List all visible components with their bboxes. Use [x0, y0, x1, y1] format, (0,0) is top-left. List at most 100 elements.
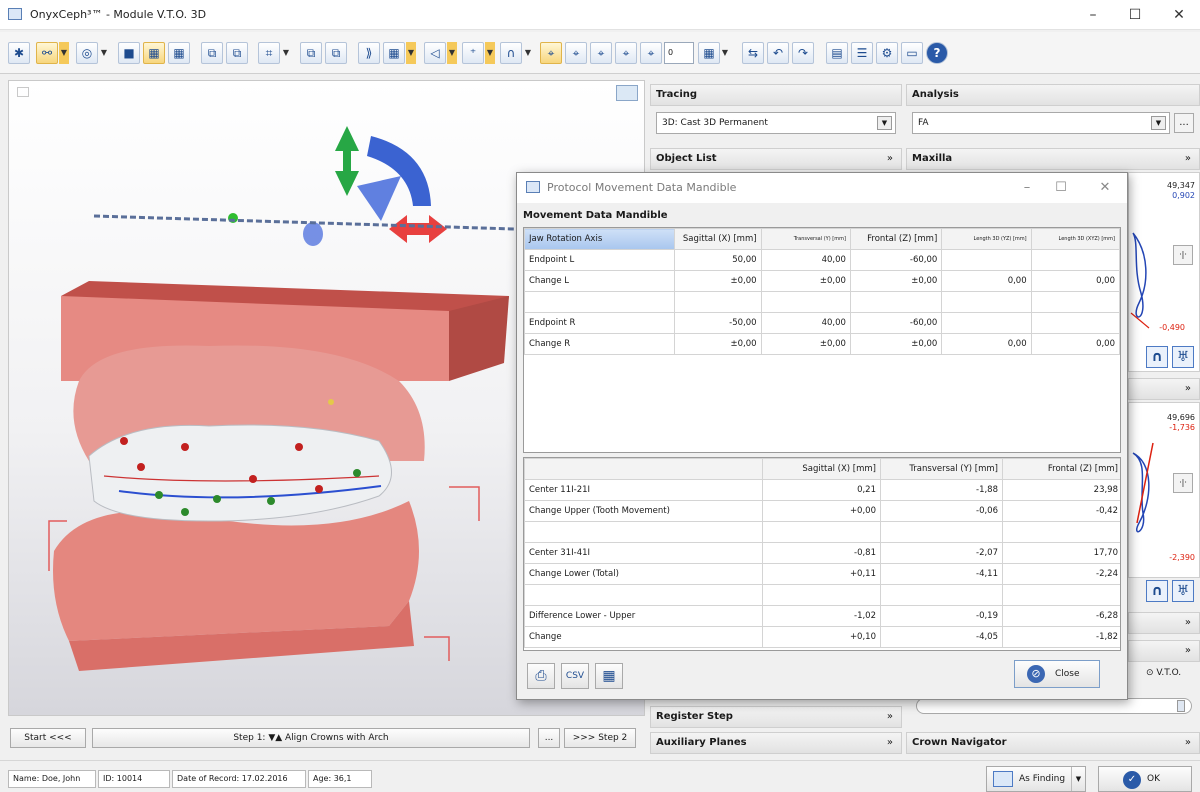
toolbar-select-icon[interactable]: ✱	[8, 42, 30, 64]
csv-export-button[interactable]: CSV	[561, 663, 589, 689]
close-window-button[interactable]: ✕	[1164, 4, 1194, 26]
toolbar-save-icon[interactable]: ⧉	[300, 42, 322, 64]
analysis-more-button[interactable]: ...	[1174, 113, 1194, 133]
maxilla-header[interactable]: Maxilla »	[906, 148, 1200, 170]
toolbar-step-dropdown[interactable]: ▼	[720, 42, 730, 64]
table-row[interactable]: Center 31I-41I -0,81 -2,07 17,70	[524, 542, 1120, 564]
maxilla-arch-button[interactable]: ∩	[1146, 346, 1168, 368]
col-header[interactable]	[524, 458, 763, 480]
toolbar-step-icon[interactable]: ▦	[698, 42, 720, 64]
tracing-select[interactable]: 3D: Cast 3D Permanent ▼	[656, 112, 896, 134]
toolbar-paste-view-icon[interactable]: ⧉	[226, 42, 248, 64]
tooth-movement-table[interactable]: Sagittal (X) [mm] Transversal (Y) [mm] F…	[523, 457, 1121, 651]
collapsed-panel-2-chevron-icon[interactable]: »	[1185, 641, 1191, 661]
auxiliary-planes-chevron-icon[interactable]: »	[887, 733, 893, 753]
dental-model[interactable]	[48, 281, 509, 671]
toolbar-landmark-dropdown[interactable]: ▼	[59, 42, 69, 64]
table-row[interactable]: Endpoint L 50,00 40,00 -60,00	[524, 249, 1120, 271]
toolbar-crop-dropdown[interactable]: ▼	[281, 42, 291, 64]
vto-slider[interactable]	[916, 698, 1192, 714]
toolbar-segment-icon[interactable]: ◁	[424, 42, 446, 64]
dialog-title-bar[interactable]: Protocol Movement Data Mandible – ☐ ✕	[517, 173, 1127, 203]
toolbar-add-point-icon[interactable]: ⁺	[462, 42, 484, 64]
maxilla-tooth-button[interactable]: ♅	[1172, 346, 1194, 368]
maxilla-center-button[interactable]: ·|·	[1173, 245, 1193, 265]
help-icon[interactable]: ?	[926, 42, 948, 64]
toolbar-redo-icon[interactable]: ↷	[792, 42, 814, 64]
col-header[interactable]: Transversal (Y) [mm]	[760, 228, 851, 250]
print-button[interactable]: ⎙	[527, 663, 555, 689]
register-step-chevron-icon[interactable]: »	[887, 707, 893, 727]
col-header[interactable]: Length 3D (YZ) [mm]	[941, 228, 1032, 250]
col-header[interactable]: Length 3D (XYZ) [mm]	[1030, 228, 1120, 250]
maxilla-chevron-icon[interactable]: »	[1185, 149, 1191, 169]
toolbar-axis-z-icon[interactable]: ⌖	[615, 42, 637, 64]
toolbar-axis-origin-icon[interactable]: ⌖	[540, 42, 562, 64]
mandible-chevron-icon[interactable]: »	[1185, 379, 1191, 399]
jaw-rotation-table[interactable]: Jaw Rotation Axis Sagittal (X) [mm] Tran…	[523, 227, 1121, 453]
mandible-header[interactable]: »	[1128, 378, 1200, 400]
object-list-header[interactable]: Object List »	[650, 148, 902, 170]
object-list-chevron-icon[interactable]: »	[887, 149, 893, 169]
toolbar-compare-icon[interactable]: ⇆	[742, 42, 764, 64]
start-button[interactable]: Start <<<	[10, 728, 86, 748]
table-row[interactable]: Center 11I-21I 0,21 -1,88 23,98	[524, 479, 1120, 501]
toolbar-landmark-icon[interactable]: ⚯	[36, 42, 58, 64]
rotation-gizmo[interactable]	[228, 126, 447, 246]
toolbar-grid-icon[interactable]: ▦	[383, 42, 405, 64]
col-header[interactable]: Transversal (Y) [mm]	[880, 458, 1003, 480]
toolbar-quad-view-icon[interactable]: ▦	[143, 42, 165, 64]
table-row[interactable]: Change Lower (Total) +0,11 -4,11 -2,24	[524, 563, 1120, 585]
ok-button[interactable]: ✓ OK	[1098, 766, 1192, 792]
collapsed-panel-1-chevron-icon[interactable]: »	[1185, 613, 1191, 633]
toolbar-arch-icon[interactable]: ∩	[500, 42, 522, 64]
toolbar-settings-icon[interactable]: ⚙	[876, 42, 898, 64]
table-row[interactable]	[524, 291, 1120, 313]
crown-navigator-chevron-icon[interactable]: »	[1185, 733, 1191, 753]
table-view-button[interactable]: ▦	[595, 663, 623, 689]
toolbar-arch-dropdown[interactable]: ▼	[523, 42, 533, 64]
dialog-maximize-button[interactable]: ☐	[1047, 177, 1075, 199]
col-header[interactable]: Jaw Rotation Axis	[524, 228, 676, 250]
toolbar-export-icon[interactable]: ⧉	[325, 42, 347, 64]
as-finding-dropdown[interactable]: ▼	[1071, 767, 1085, 791]
toolbar-list-icon[interactable]: ☰	[851, 42, 873, 64]
mandible-arch-button[interactable]: ∩	[1146, 580, 1168, 602]
toolbar-grid-dropdown[interactable]: ▼	[406, 42, 416, 64]
table-row[interactable]: Change +0,10 -4,05 -1,82	[524, 626, 1120, 648]
register-step-header[interactable]: Register Step »	[650, 706, 902, 728]
dialog-minimize-button[interactable]: –	[1013, 177, 1041, 199]
analysis-header[interactable]: Analysis	[906, 84, 1200, 106]
tracing-header[interactable]: Tracing	[650, 84, 902, 106]
toolbar-axis-rotate-icon[interactable]: ⌖	[640, 42, 662, 64]
mandible-tooth-button[interactable]: ♅	[1172, 580, 1194, 602]
table-row[interactable]	[524, 584, 1120, 606]
step-more-button[interactable]: ...	[538, 728, 560, 748]
analysis-dropdown-arrow[interactable]: ▼	[1151, 116, 1166, 130]
auxiliary-planes-header[interactable]: Auxiliary Planes »	[650, 732, 902, 754]
toolbar-keyboard-icon[interactable]: ▭	[901, 42, 923, 64]
table-row[interactable]	[524, 521, 1120, 543]
dialog-close-icon[interactable]: ✕	[1091, 177, 1119, 199]
table-row[interactable]: Change Upper (Tooth Movement) +0,00 -0,0…	[524, 500, 1120, 522]
col-header[interactable]: Frontal (Z) [mm]	[849, 228, 943, 250]
toolbar-axis-x-icon[interactable]: ⌖	[565, 42, 587, 64]
toolbar-single-view-icon[interactable]: ■	[118, 42, 140, 64]
col-header[interactable]: Sagittal (X) [mm]	[762, 458, 881, 480]
table-row[interactable]: Difference Lower - Upper -1,02 -0,19 -6,…	[524, 605, 1120, 627]
analysis-select[interactable]: FA ▼	[912, 112, 1170, 134]
toolbar-forward-icon[interactable]: ⟫	[358, 42, 380, 64]
table-row[interactable]: Change L ±0,00 ±0,00 ±0,00 0,00 0,00	[524, 270, 1120, 292]
toolbar-copy-view-icon[interactable]: ⧉	[201, 42, 223, 64]
step-size-spinner[interactable]: 0	[664, 42, 694, 64]
toolbar-multi-view-icon[interactable]: ▦	[168, 42, 190, 64]
toolbar-axis-y-icon[interactable]: ⌖	[590, 42, 612, 64]
minimize-button[interactable]: –	[1078, 4, 1108, 26]
close-button[interactable]: ⊘ Close	[1014, 660, 1100, 688]
collapsed-panel-1[interactable]: »	[1128, 612, 1200, 634]
toolbar-crop-icon[interactable]: ⌗	[258, 42, 280, 64]
toolbar-view-dropdown[interactable]: ▼	[99, 42, 109, 64]
mandible-center-button[interactable]: ·|·	[1173, 473, 1193, 493]
col-header[interactable]: Sagittal (X) [mm]	[674, 228, 762, 250]
col-header[interactable]: Frontal (Z) [mm]	[1002, 458, 1120, 480]
